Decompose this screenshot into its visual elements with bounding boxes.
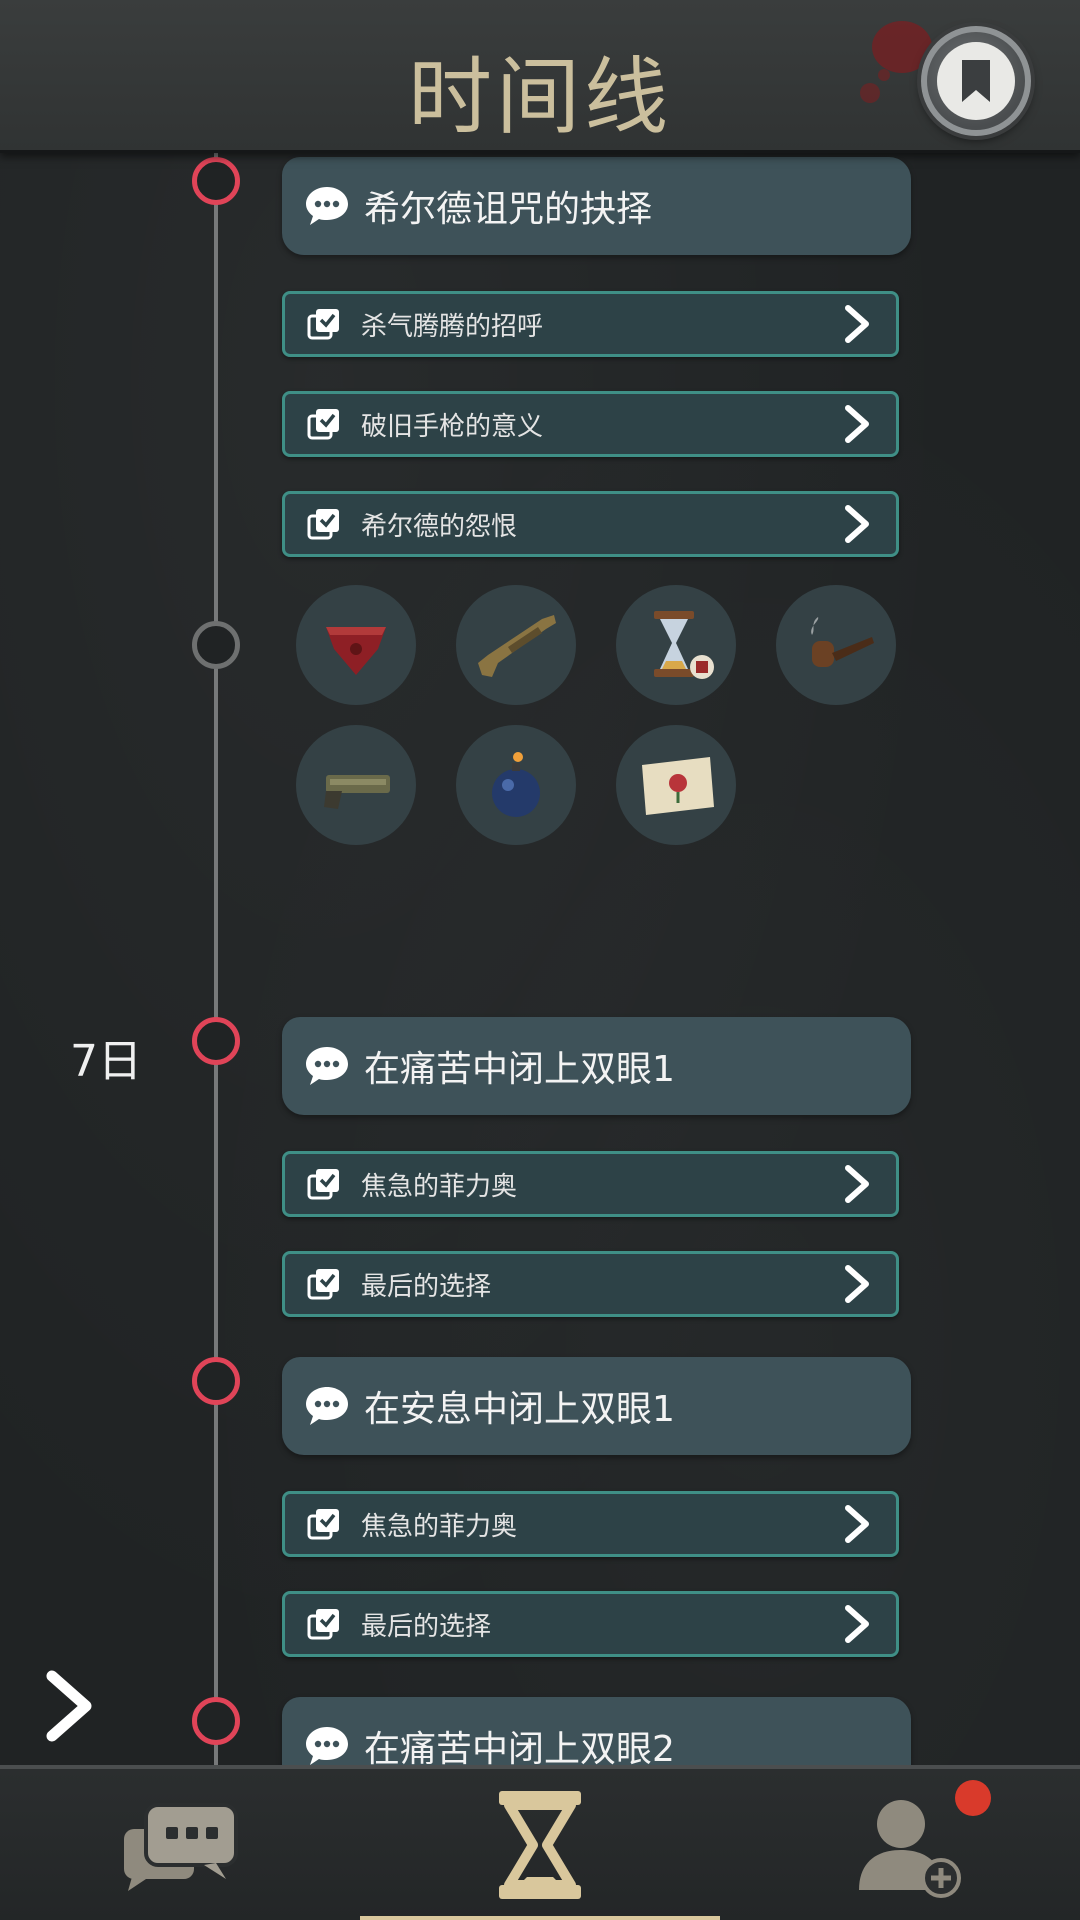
choice-row[interactable]: 破旧手枪的意义	[282, 391, 899, 457]
event-card[interactable]: 在痛苦中闭上双眼1	[282, 1017, 911, 1115]
timeline-line	[214, 153, 218, 1765]
chat-icon	[124, 1802, 238, 1891]
event-card[interactable]: 希尔德诅咒的抉择	[282, 157, 911, 255]
bomb-icon[interactable]	[456, 725, 576, 845]
choice-label: 最后的选择	[361, 1271, 492, 1302]
choice-row[interactable]: 杀气腾腾的招呼	[282, 291, 899, 357]
choice-label: 希尔德的怨恨	[361, 511, 518, 542]
expand-arrow-icon[interactable]	[40, 1668, 100, 1744]
header-bar: 时间线	[0, 0, 1080, 153]
event-card[interactable]: 在痛苦中闭上双眼2	[282, 1697, 911, 1765]
active-tab-indicator	[360, 1916, 720, 1920]
choice-label: 最后的选择	[361, 1611, 492, 1642]
checked-choice-icon	[307, 309, 339, 340]
bookmark-button[interactable]	[921, 26, 1031, 136]
day-label: 7日	[70, 1036, 142, 1087]
choice-row[interactable]: 最后的选择	[282, 1251, 899, 1317]
hourglass-icon	[499, 1790, 581, 1899]
timeline-node	[192, 157, 240, 205]
hourglass-icon[interactable]	[616, 585, 736, 705]
choice-label: 破旧手枪的意义	[361, 411, 544, 442]
notification-badge	[955, 1780, 991, 1816]
checked-choice-icon	[307, 1509, 339, 1540]
checked-choice-icon	[307, 1169, 339, 1200]
add-contact-icon	[859, 1799, 961, 1898]
timeline-node	[192, 1357, 240, 1405]
pipe-icon[interactable]	[776, 585, 896, 705]
bottom-nav	[0, 1765, 1080, 1920]
chevron-right-icon	[845, 505, 869, 543]
chevron-right-icon	[845, 305, 869, 343]
speech-bubble-icon	[306, 1727, 348, 1765]
checked-choice-icon	[307, 1609, 339, 1640]
timeline-node	[192, 1697, 240, 1745]
tab-chat[interactable]	[100, 1769, 260, 1920]
pistol-icon[interactable]	[296, 725, 416, 845]
items-node	[192, 621, 240, 669]
speech-bubble-icon	[306, 1047, 348, 1085]
tab-timeline[interactable]	[360, 1769, 720, 1920]
choice-label: 焦急的菲力奥	[361, 1511, 518, 1542]
choice-label: 焦急的菲力奥	[361, 1171, 518, 1202]
event-title: 希尔德诅咒的抉择	[364, 189, 653, 230]
event-card[interactable]: 在安息中闭上双眼1	[282, 1357, 911, 1455]
bookmark-icon	[937, 42, 1015, 120]
timeline-node	[192, 1017, 240, 1065]
event-title: 在痛苦中闭上双眼1	[364, 1049, 675, 1090]
chevron-right-icon	[845, 405, 869, 443]
chevron-right-icon	[845, 1505, 869, 1543]
chevron-right-icon	[845, 1605, 869, 1643]
map-icon[interactable]	[616, 725, 736, 845]
speech-bubble-icon	[306, 1387, 348, 1425]
event-title: 在痛苦中闭上双眼2	[364, 1729, 675, 1765]
chevron-right-icon	[845, 1265, 869, 1303]
event-title: 在安息中闭上双眼1	[364, 1389, 675, 1430]
checked-choice-icon	[307, 1269, 339, 1300]
timeline-list[interactable]: 希尔德诅咒的抉择 杀气腾腾的招呼 破旧手枪的意义 希尔德的怨恨 7日 在痛苦中闭…	[0, 153, 1080, 1765]
choice-row[interactable]: 焦急的菲力奥	[282, 1491, 899, 1557]
bandana-icon[interactable]	[296, 585, 416, 705]
timeline-screen: 时间线 希尔德诅咒的抉择 杀气腾腾的招呼 破旧手枪的意义 希尔德的怨恨 7日 在…	[0, 0, 1080, 1920]
choice-row[interactable]: 希尔德的怨恨	[282, 491, 899, 557]
choice-row[interactable]: 焦急的菲力奥	[282, 1151, 899, 1217]
checked-choice-icon	[307, 509, 339, 540]
choice-row[interactable]: 最后的选择	[282, 1591, 899, 1657]
choice-label: 杀气腾腾的招呼	[361, 311, 544, 342]
chevron-right-icon	[845, 1165, 869, 1203]
shotgun-icon[interactable]	[456, 585, 576, 705]
checked-choice-icon	[307, 409, 339, 440]
speech-bubble-icon	[306, 187, 348, 225]
